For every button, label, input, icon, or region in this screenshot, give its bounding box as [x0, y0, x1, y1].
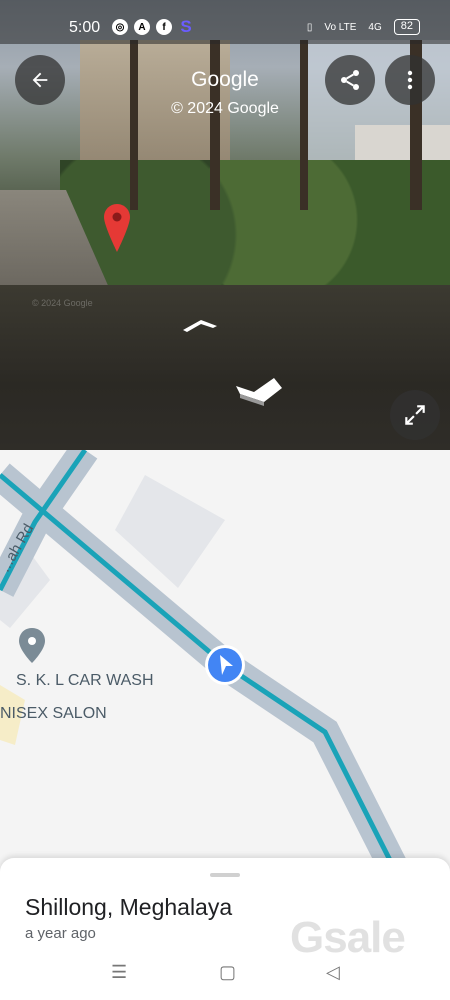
tree: [210, 40, 220, 210]
home-square-icon[interactable]: ▢: [219, 962, 236, 983]
gsale-watermark-logo: Gsale: [290, 913, 406, 962]
app-a-icon: A: [134, 19, 150, 35]
notification-icons: ◎ A f S: [112, 17, 194, 36]
vibrate-icon: ▯: [306, 21, 313, 33]
location-pin-icon: [104, 204, 130, 257]
signal-4g-icon: 4G: [368, 21, 382, 33]
current-location-marker[interactable]: [205, 645, 245, 685]
share-button[interactable]: [325, 55, 375, 105]
more-options-button[interactable]: [385, 55, 435, 105]
map-view[interactable]: ...ah Rd S. K. L CAR WASH NISEX SALON: [0, 450, 450, 880]
volte-icon: Vo LTE: [324, 21, 357, 33]
back-button[interactable]: [15, 55, 65, 105]
drag-handle[interactable]: [210, 873, 240, 877]
street-view-panorama[interactable]: © 2024 Google Google © 2024 Google: [0, 0, 450, 450]
system-icons: ▯ Vo LTE 4G 82: [307, 19, 420, 35]
status-bar: 5:00 ◎ A f S ▯ Vo LTE 4G 82: [0, 0, 450, 44]
capture-date: a year ago: [25, 925, 96, 942]
ground: [0, 285, 450, 450]
share-icon: [341, 70, 359, 90]
more-vert-icon: [407, 70, 413, 90]
facebook-icon: f: [156, 19, 172, 35]
tree: [130, 40, 138, 210]
place-title: Shillong, Meghalaya: [25, 894, 233, 920]
image-watermark: © 2024 Google: [32, 298, 93, 308]
battery-icon: 82: [393, 19, 420, 35]
poi-pin-icon[interactable]: [19, 628, 45, 663]
copyright-text: © 2024 Google: [171, 100, 279, 117]
back-arrow-icon: [32, 72, 48, 88]
status-time: 5:00: [69, 19, 101, 36]
poi-label-car-wash[interactable]: S. K. L CAR WASH: [16, 672, 154, 690]
expand-button[interactable]: [390, 390, 440, 440]
navigate-forward-arrow-icon[interactable]: [183, 318, 219, 339]
menu-icon[interactable]: ☰: [111, 962, 127, 983]
tree: [300, 40, 308, 210]
place-bottom-sheet[interactable]: Shillong, Meghalaya a year ago Gsale ☰ ▢…: [0, 858, 450, 1000]
poi-label-salon[interactable]: NISEX SALON: [0, 705, 107, 723]
expand-icon: [405, 405, 425, 425]
street-view-title: Google: [191, 68, 259, 91]
navigate-back-arrow-icon[interactable]: [236, 376, 286, 411]
screen: © 2024 Google Google © 2024 Google 5:00 …: [0, 0, 450, 1000]
s-app-icon: S: [180, 17, 192, 36]
instagram-icon: ◎: [112, 19, 128, 35]
back-triangle-icon[interactable]: ◁: [326, 962, 340, 983]
map-canvas: ...ah Rd: [0, 450, 414, 880]
system-nav-bar: ☰ ▢ ◁: [0, 958, 450, 988]
